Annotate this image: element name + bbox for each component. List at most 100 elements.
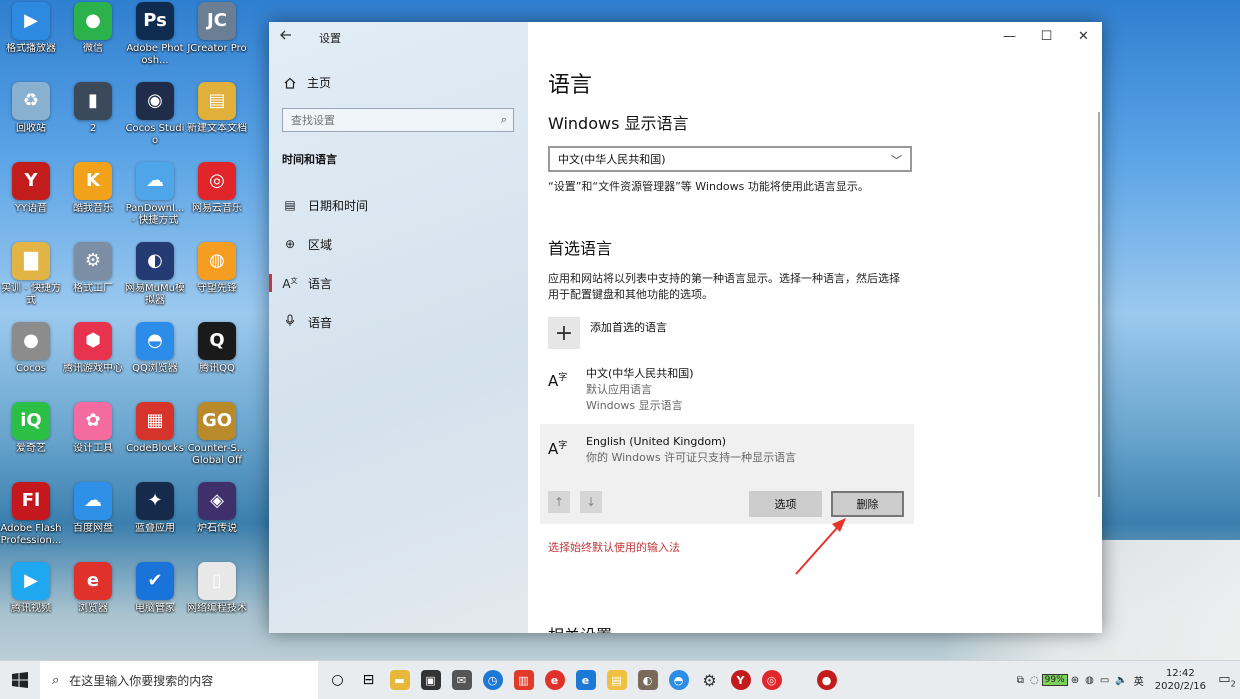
browser-e-icon[interactable]: e [539, 661, 570, 699]
taskbar: ⌕ 在这里输入你要搜索的内容 ○ ⊟ ▬ ▣ ✉ ◷ ▥ e e ▤ ◐ ◓ ⚙… [0, 660, 1240, 699]
desktop-icon-label: 酷我音乐 [73, 203, 113, 214]
settings-search-input[interactable] [283, 109, 499, 131]
task-view-icon[interactable]: ⊟ [353, 661, 384, 699]
clock[interactable]: 12:42 2020/2/16 [1155, 667, 1206, 693]
desktop-icon[interactable]: Q 腾讯QQ [186, 322, 248, 375]
maximize-button[interactable]: ☐ [1028, 22, 1065, 50]
desktop-icon[interactable]: ▇ 实训 - 快捷方式 [0, 242, 62, 307]
desktop-icon[interactable]: JC JCreator Pro [186, 2, 248, 55]
minimize-button[interactable]: — [991, 22, 1028, 50]
desktop-icon[interactable]: ● Cocos [0, 322, 62, 375]
desktop-icon[interactable]: ● 微信 [62, 2, 124, 55]
notification-center-icon[interactable]: ▭2 [1214, 661, 1240, 699]
tray-icon[interactable]: ⊛ [1071, 675, 1079, 686]
desktop-icon-label: 爱奇艺 [16, 443, 46, 454]
sidebar-item-date-time[interactable]: ▤ 日期和时间 [269, 190, 528, 220]
desktop-icon[interactable]: Y YY语音 [0, 162, 62, 215]
desktop-icon[interactable]: Ps Adobe Photosh... [124, 2, 186, 67]
desktop-icon[interactable]: ▯ 网络编程技术 [186, 562, 248, 615]
sidebar: 设置 主页 ⌕ 时间和语言 ▤ 日期和时间 ⊕ 区域 A文 语言 语音 [269, 22, 528, 633]
desktop-icon-label: Adobe Flash Profession... [0, 523, 62, 546]
desktop-icon[interactable]: ▤ 新建文本文档 [186, 82, 248, 135]
qq-browser-icon[interactable]: ◓ [663, 661, 694, 699]
desktop-icon[interactable]: iQ 爱奇艺 [0, 402, 62, 455]
move-down-button[interactable]: ↓ [580, 491, 602, 513]
battery-indicator[interactable]: 99% [1041, 674, 1068, 686]
preferred-languages-note-2: 用于配置键盘和其他功能的选项。 [548, 288, 713, 301]
notes-icon[interactable]: ▤ [601, 661, 632, 699]
desktop-icon[interactable]: ▮ 2 [62, 82, 124, 135]
desktop-icon[interactable]: ✔ 电脑管家 [124, 562, 186, 615]
search-icon[interactable]: ⌕ [501, 113, 507, 127]
desktop-icon[interactable]: ☁ 百度网盘 [62, 482, 124, 535]
yy-icon[interactable]: Y [725, 661, 756, 699]
mail-icon[interactable]: ✉ [446, 661, 477, 699]
desktop-icon[interactable]: ⬢ 腾讯游戏中心 [62, 322, 124, 375]
desktop-icon[interactable]: Fl Adobe Flash Profession... [0, 482, 62, 547]
display-language-select[interactable]: 中文(中华人民共和国) ﹀ [548, 146, 912, 172]
back-button[interactable] [279, 28, 299, 46]
folder-icon[interactable]: ▬ [384, 661, 415, 699]
settings-search[interactable]: ⌕ [282, 108, 514, 132]
page-title: 语言 [548, 73, 593, 98]
desktop-icon[interactable]: ◈ 炉石传说 [186, 482, 248, 535]
desktop-icon[interactable]: ♻ 回收站 [0, 82, 62, 135]
language-item-english[interactable]: A字 English (United Kingdom) 你的 Windows 许… [548, 434, 904, 466]
settings-gear-icon[interactable]: ⚙ [694, 661, 725, 699]
move-up-button[interactable]: ↑ [548, 491, 570, 513]
desktop-icon-label: 腾讯游戏中心 [63, 363, 123, 374]
edge-icon[interactable]: e [570, 661, 601, 699]
nav-home[interactable]: 主页 [283, 74, 331, 91]
desktop-icon[interactable]: GO Counter-S... Global Offe... [186, 402, 248, 467]
app-icon: ✦ [136, 482, 174, 520]
language-item-chinese[interactable]: A字 中文(中华人民共和国) 默认应用语言 Windows 显示语言 [548, 366, 904, 414]
network-icon[interactable]: ▭ [1100, 675, 1109, 686]
desktop-icon[interactable]: ◍ 守望先锋 [186, 242, 248, 295]
tray-icon[interactable]: ◍ [1085, 675, 1094, 686]
desktop-icon-label: YY语音 [14, 203, 48, 214]
desktop-icon-label: 网易MuMu模拟器 [125, 283, 185, 306]
mumu-icon[interactable]: ◐ [632, 661, 663, 699]
input-method-link[interactable]: 选择始终默认使用的输入法 [548, 539, 680, 555]
app-icon: ▮ [74, 82, 112, 120]
office-icon[interactable]: ▥ [508, 661, 539, 699]
clock-time: 12:42 [1165, 668, 1195, 679]
desktop-icon[interactable]: ▶ 格式播放器 [0, 2, 62, 55]
taskbar-search[interactable]: ⌕ 在这里输入你要搜索的内容 [40, 661, 318, 699]
netease-music-icon[interactable]: ◎ [756, 661, 787, 699]
notification-count: 2 [1230, 679, 1236, 689]
sidebar-item-label: 日期和时间 [308, 198, 369, 213]
sidebar-item-language[interactable]: A文 语言 [269, 268, 528, 298]
desktop-icon[interactable]: ▦ CodeBlocks [124, 402, 186, 455]
red-app-icon[interactable]: ● [811, 661, 842, 699]
input-method-icon[interactable]: 英 [1134, 673, 1144, 688]
start-button[interactable] [0, 661, 40, 699]
scrollbar[interactable] [1098, 112, 1100, 497]
language-sub-1: 你的 Windows 许可证只支持一种显示语言 [586, 451, 797, 464]
caption-buttons: — ☐ ✕ [991, 22, 1102, 50]
desktop-icon-label: 格式工厂 [73, 283, 113, 294]
desktop-icon[interactable]: ◉ Cocos Studio [124, 82, 186, 147]
store-icon[interactable]: ▣ [415, 661, 446, 699]
desktop-icon[interactable]: ✿ 设计工具 [62, 402, 124, 455]
sidebar-item-speech[interactable]: 语音 [269, 307, 528, 337]
add-language-button[interactable]: + 添加首选的语言 [548, 317, 667, 349]
desktop-icon[interactable]: ◎ 网易云音乐 [186, 162, 248, 215]
tray-icon[interactable]: ⧉ [1017, 675, 1024, 686]
desktop-icon[interactable]: e 浏览器 [62, 562, 124, 615]
desktop-icon[interactable]: ◐ 网易MuMu模拟器 [124, 242, 186, 307]
close-button[interactable]: ✕ [1065, 22, 1102, 50]
desktop-icon[interactable]: ✦ 蓝叠应用 [124, 482, 186, 535]
desktop-icon[interactable]: ☁ PanDownl... - 快捷方式 [124, 162, 186, 227]
app-icon: iQ [12, 402, 50, 440]
desktop-icon[interactable]: ▶ 腾讯视频 [0, 562, 62, 615]
desktop-icon[interactable]: ⚙ 格式工厂 [62, 242, 124, 295]
desktop-icon[interactable]: ◓ QQ浏览器 [124, 322, 186, 375]
tray-icon[interactable]: ◌ [1030, 675, 1039, 686]
desktop-icon[interactable]: K 酷我音乐 [62, 162, 124, 215]
volume-icon[interactable]: 🔈 [1115, 675, 1127, 686]
cortana-icon[interactable]: ○ [322, 661, 353, 699]
sidebar-item-region[interactable]: ⊕ 区域 [269, 229, 528, 259]
clock-app-icon[interactable]: ◷ [477, 661, 508, 699]
desktop-icon-label: 网易云音乐 [192, 203, 242, 214]
